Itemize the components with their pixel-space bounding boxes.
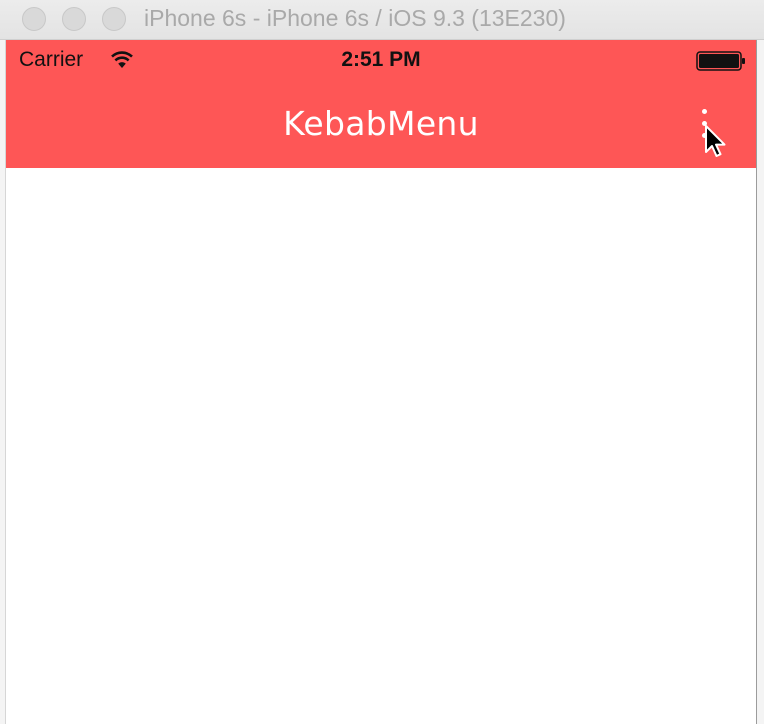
status-time: 2:51 PM [341,48,421,71]
main-content [6,168,756,724]
kebab-dot-bottom [702,133,707,138]
status-bar: Carrier 2:51 PM [6,40,756,80]
zoom-window-button[interactable] [102,7,126,31]
nav-title: KebabMenu [283,104,479,143]
kebab-menu-button[interactable] [692,104,718,144]
device-frame-right [756,40,764,724]
kebab-dot-top [702,109,707,114]
window-titlebar: iPhone 6s - iPhone 6s / iOS 9.3 (13E230) [0,0,764,40]
device-screen: Carrier 2:51 PM KebabMenu [6,40,756,724]
close-window-button[interactable] [22,7,46,31]
minimize-window-button[interactable] [62,7,86,31]
battery-icon [696,51,745,71]
window-title: iPhone 6s - iPhone 6s / iOS 9.3 (13E230) [144,5,566,31]
kebab-dot-middle [702,121,707,126]
simulator-window: iPhone 6s - iPhone 6s / iOS 9.3 (13E230)… [0,0,764,724]
navigation-bar: Carrier 2:51 PM KebabMenu [6,40,756,168]
